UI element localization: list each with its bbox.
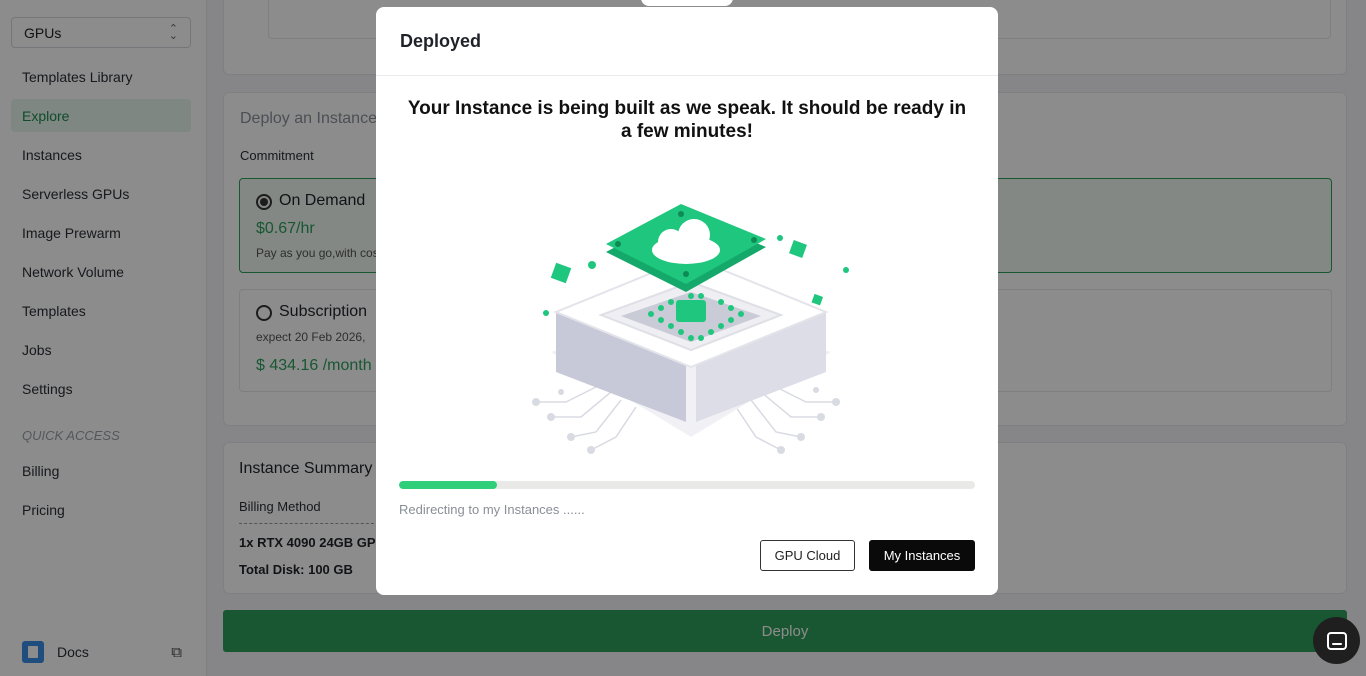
dialog-header: Deployed <box>376 7 998 76</box>
my-instances-button[interactable]: My Instances <box>869 540 975 571</box>
dialog-message: Your Instance is being built as we speak… <box>407 98 967 142</box>
chat-icon <box>1326 631 1347 650</box>
dialog-title: Deployed <box>400 30 482 51</box>
chat-launcher-button[interactable] <box>1313 617 1360 664</box>
progress-bar <box>399 481 975 489</box>
gpu-cloud-button[interactable]: GPU Cloud <box>760 540 855 571</box>
top-handle <box>641 0 733 6</box>
redirect-status: Redirecting to my Instances ...... <box>399 502 585 517</box>
progress-bar-fill <box>399 481 497 489</box>
cloud-chip-illustration <box>532 204 849 454</box>
deployed-dialog: Deployed Your Instance is being built as… <box>376 7 998 595</box>
